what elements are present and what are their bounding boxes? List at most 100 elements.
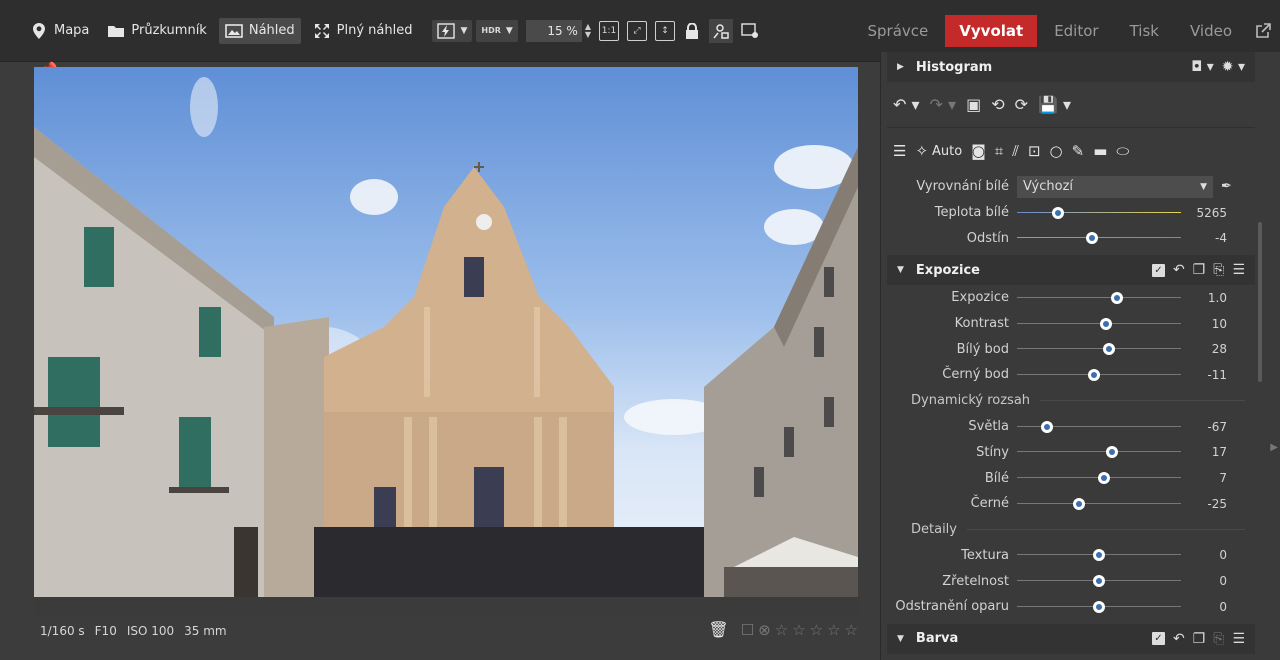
tint-slider[interactable] <box>1017 232 1181 245</box>
tint-knob[interactable] <box>1086 232 1099 245</box>
star-icon[interactable]: ☆ <box>792 621 805 639</box>
fit-height-icon[interactable]: ↕ <box>654 20 675 41</box>
dynamic-range-knob[interactable] <box>1097 472 1110 485</box>
exposure-slider[interactable] <box>1017 317 1181 330</box>
dynamic-range-knob[interactable] <box>1073 497 1086 510</box>
exposure-slider[interactable] <box>1017 343 1181 356</box>
chevron-right-icon[interactable]: ▶ <box>1270 442 1278 453</box>
explorer-button[interactable]: Průzkumník <box>101 18 212 44</box>
dynamic-range-slider[interactable] <box>1017 420 1181 433</box>
sun-settings-icon[interactable]: ✹ ▾ <box>1222 59 1245 75</box>
circle-icon[interactable]: ○ <box>1050 142 1063 160</box>
zoom-input[interactable]: 15 % <box>525 19 582 42</box>
reject-icon[interactable]: ⊗ <box>758 621 771 639</box>
reset-icon[interactable]: ↶ <box>1173 631 1185 647</box>
menu-icon[interactable]: ☰ <box>1232 262 1245 278</box>
tab-develop[interactable]: Vyvolat <box>945 15 1038 47</box>
exposure-knob[interactable] <box>1102 343 1115 356</box>
rating-bar: 🗑 ☐ ⊗ ☆ ☆ ☆ ☆ ☆ <box>708 620 858 639</box>
undo-icon[interactable]: ↶ ▾ <box>893 95 920 114</box>
temperature-slider[interactable] <box>1017 206 1181 219</box>
enable-checkbox[interactable]: ✓ <box>1151 263 1165 277</box>
gradient-icon[interactable]: ▬ <box>1093 142 1107 160</box>
dynamic-range-value: -25 <box>1207 496 1227 511</box>
trash-icon[interactable]: 🗑 <box>708 620 728 639</box>
magic-wand-icon[interactable]: ✧ <box>915 142 928 160</box>
flash-dropdown[interactable]: ▼ <box>432 19 473 42</box>
tint-label: Odstín <box>966 230 1009 246</box>
detail-slider[interactable] <box>1017 600 1181 613</box>
auto-button[interactable]: Auto <box>932 144 962 159</box>
white-balance-select[interactable]: Výchozí ▼ <box>1017 175 1213 198</box>
exposure-knob[interactable] <box>1099 317 1112 330</box>
save-icon[interactable]: 💾 ▾ <box>1038 95 1071 114</box>
tab-print[interactable]: Tisk <box>1116 15 1173 47</box>
detail-knob[interactable] <box>1093 575 1105 588</box>
tab-video[interactable]: Video <box>1176 15 1246 47</box>
zoom-stepper[interactable]: ▲ ▼ <box>585 22 591 39</box>
star-icon[interactable]: ☆ <box>810 621 823 639</box>
star-icon[interactable]: ☆ <box>775 621 788 639</box>
star-icon[interactable]: ☆ <box>845 621 858 639</box>
image-settings-icon[interactable] <box>741 22 759 40</box>
exposure-slider[interactable] <box>1017 291 1181 304</box>
exposure-slider[interactable] <box>1017 368 1181 381</box>
temperature-knob[interactable] <box>1052 206 1064 219</box>
dynamic-range-slider[interactable] <box>1017 472 1181 485</box>
redo-icon[interactable]: ↷ ▾ <box>930 95 957 114</box>
brush-icon[interactable]: ✎ <box>1072 142 1085 160</box>
text-icon[interactable]: ⊡ <box>1028 142 1041 160</box>
detail-knob[interactable] <box>1093 549 1105 562</box>
fullscreen-button[interactable]: Plný náhled <box>307 18 419 44</box>
dynamic-range-row: Světla -67 <box>887 414 1255 440</box>
paste-icon[interactable]: ⎘ <box>1213 631 1224 647</box>
dynamic-range-slider[interactable] <box>1017 497 1181 510</box>
detail-knob[interactable] <box>1093 600 1105 613</box>
paste-icon[interactable]: ⎘ <box>1213 262 1224 278</box>
bandage-icon[interactable]: ⬭ <box>1116 142 1129 160</box>
one-to-one-button[interactable]: 1:1 <box>598 20 619 41</box>
detail-label: Zřetelnost <box>942 573 1009 589</box>
photo-preview[interactable] <box>34 67 858 617</box>
dynamic-range-value: 17 <box>1211 445 1227 460</box>
copy-icon[interactable]: ❐ <box>1193 262 1206 278</box>
histogram-header[interactable]: ▶ Histogram ◘ ▾ ✹ ▾ <box>887 52 1255 82</box>
tab-editor[interactable]: Editor <box>1040 15 1112 47</box>
detail-slider[interactable] <box>1017 549 1181 562</box>
exposure-knob[interactable] <box>1111 291 1124 304</box>
exposure-knob[interactable] <box>1088 368 1101 381</box>
detail-slider[interactable] <box>1017 575 1181 588</box>
enable-checkbox[interactable]: ✓ <box>1151 632 1165 646</box>
exposure-header[interactable]: ▼ Expozice ✓ ↶ ❐ ⎘ ☰ <box>887 255 1255 286</box>
fit-screen-icon[interactable]: ⤢ <box>626 20 647 41</box>
preview-button[interactable]: Náhled <box>218 17 301 44</box>
dynamic-range-slider[interactable] <box>1017 446 1181 459</box>
rotate-right-icon[interactable]: ⟳ <box>1015 95 1028 114</box>
rotate-left-icon[interactable]: ⟲ <box>991 95 1004 114</box>
dynamic-range-knob[interactable] <box>1040 420 1053 433</box>
menu-icon[interactable]: ☰ <box>1232 631 1245 647</box>
camera-dropdown-icon[interactable]: ◘ ▾ <box>1191 59 1214 75</box>
sliders-icon[interactable]: ☰ <box>893 142 906 160</box>
hdr-dropdown[interactable]: HDR ▼ <box>476 19 518 42</box>
color-header[interactable]: ▼ Barva ✓ ↶ ❐ ⎘ ☰ <box>887 623 1255 654</box>
copy-icon[interactable]: ❐ <box>1193 631 1206 647</box>
eyedropper-icon[interactable]: ✒ <box>1221 179 1232 194</box>
exposure-sliders: Expozice 1.0 Kontrast 10 Bílý bod 28 Černý bod… <box>887 285 1255 388</box>
map-button[interactable]: Mapa <box>24 18 95 44</box>
explorer-label: Průzkumník <box>131 23 207 38</box>
checkbox-icon[interactable]: ☐ <box>741 621 754 639</box>
perspective-icon[interactable]: ⫽ <box>1012 142 1019 160</box>
histogram-title: Histogram <box>915 59 993 75</box>
person-search-icon[interactable] <box>708 18 733 43</box>
reset-icon[interactable]: ↶ <box>1173 262 1185 278</box>
tab-manager[interactable]: Správce <box>854 15 943 47</box>
lock-icon[interactable] <box>683 22 701 40</box>
dynamic-range-knob[interactable] <box>1106 446 1119 459</box>
camera-icon[interactable]: ◙ <box>971 142 986 160</box>
external-link-icon[interactable] <box>1246 23 1280 39</box>
compare-image-icon[interactable]: ▣ <box>966 95 981 114</box>
panel-scrollbar[interactable] <box>1258 222 1262 382</box>
star-icon[interactable]: ☆ <box>827 621 840 639</box>
crop-icon[interactable]: ⌗ <box>995 142 1003 160</box>
